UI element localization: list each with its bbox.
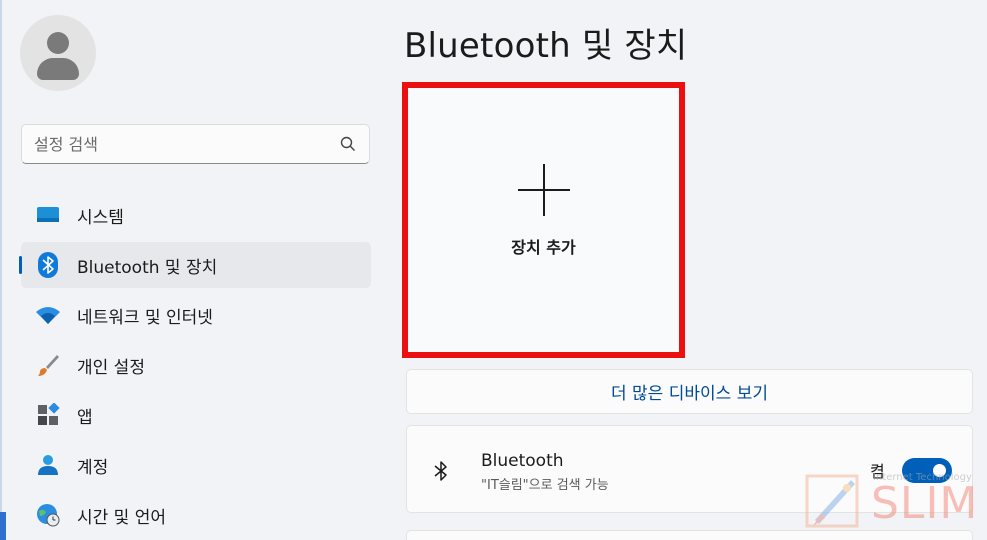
wifi-icon bbox=[35, 302, 61, 328]
sidebar-item-label: 앱 bbox=[77, 407, 93, 428]
more-devices-label: 더 많은 디바이스 보기 bbox=[611, 384, 768, 404]
plus-icon bbox=[517, 164, 570, 216]
rocket-logo-icon bbox=[805, 474, 859, 528]
sidebar-item-label: Bluetooth 및 장치 bbox=[77, 257, 218, 278]
bluetooth-subtitle: "IT슬림"으로 검색 가능 bbox=[481, 478, 609, 493]
account-icon bbox=[35, 452, 61, 478]
page-title: Bluetooth 및 장치 bbox=[404, 26, 688, 66]
avatar-body bbox=[37, 58, 79, 80]
sidebar-item-label: 시스템 bbox=[77, 207, 124, 228]
active-indicator bbox=[19, 256, 22, 274]
sidebar-item-bluetooth[interactable]: Bluetooth 및 장치 bbox=[19, 242, 371, 288]
settings-window: 시스템 Bluetooth 및 장치 bbox=[0, 0, 987, 540]
sidebar-item-network[interactable]: 네트워크 및 인터넷 bbox=[21, 292, 371, 338]
sidebar-item-label: 개인 설정 bbox=[77, 357, 145, 378]
watermark-text: SLIM bbox=[871, 478, 979, 529]
add-device-button[interactable]: 장치 추가 bbox=[402, 82, 685, 358]
sidebar: 시스템 Bluetooth 및 장치 bbox=[0, 0, 390, 540]
bluetooth-icon bbox=[434, 461, 447, 481]
sidebar-item-label: 시간 및 언어 bbox=[77, 507, 167, 528]
avatar[interactable] bbox=[20, 15, 96, 91]
bluetooth-icon bbox=[35, 252, 61, 278]
sidebar-item-apps[interactable]: 앱 bbox=[21, 392, 371, 438]
apps-icon bbox=[35, 402, 61, 428]
main-content: Bluetooth 및 장치 장치 추가 더 많은 디바이스 보기 Blueto… bbox=[390, 0, 987, 540]
sidebar-item-label: 네트워크 및 인터넷 bbox=[77, 307, 213, 328]
search-input[interactable] bbox=[34, 134, 339, 154]
search-icon[interactable] bbox=[339, 135, 357, 153]
watermark-logo: Internet Technology SLIM bbox=[803, 470, 983, 532]
system-icon bbox=[35, 202, 61, 228]
sidebar-item-label: 계정 bbox=[77, 457, 109, 478]
brush-icon bbox=[35, 352, 61, 378]
more-devices-button[interactable]: 더 많은 디바이스 보기 bbox=[406, 369, 973, 414]
sidebar-item-time-language[interactable]: 시간 및 언어 bbox=[21, 492, 371, 538]
search-box[interactable] bbox=[21, 124, 370, 164]
avatar-head bbox=[47, 32, 69, 54]
globe-clock-icon bbox=[35, 502, 61, 528]
sidebar-item-personalization[interactable]: 개인 설정 bbox=[21, 342, 371, 388]
sidebar-nav: 시스템 Bluetooth 및 장치 네트워크 및 인터넷 개인 설정 앱 계정… bbox=[19, 192, 371, 540]
sidebar-item-system[interactable]: 시스템 bbox=[21, 192, 371, 238]
bluetooth-title: Bluetooth bbox=[481, 451, 564, 471]
sidebar-item-accounts[interactable]: 계정 bbox=[21, 442, 371, 488]
add-device-label: 장치 추가 bbox=[511, 238, 576, 257]
